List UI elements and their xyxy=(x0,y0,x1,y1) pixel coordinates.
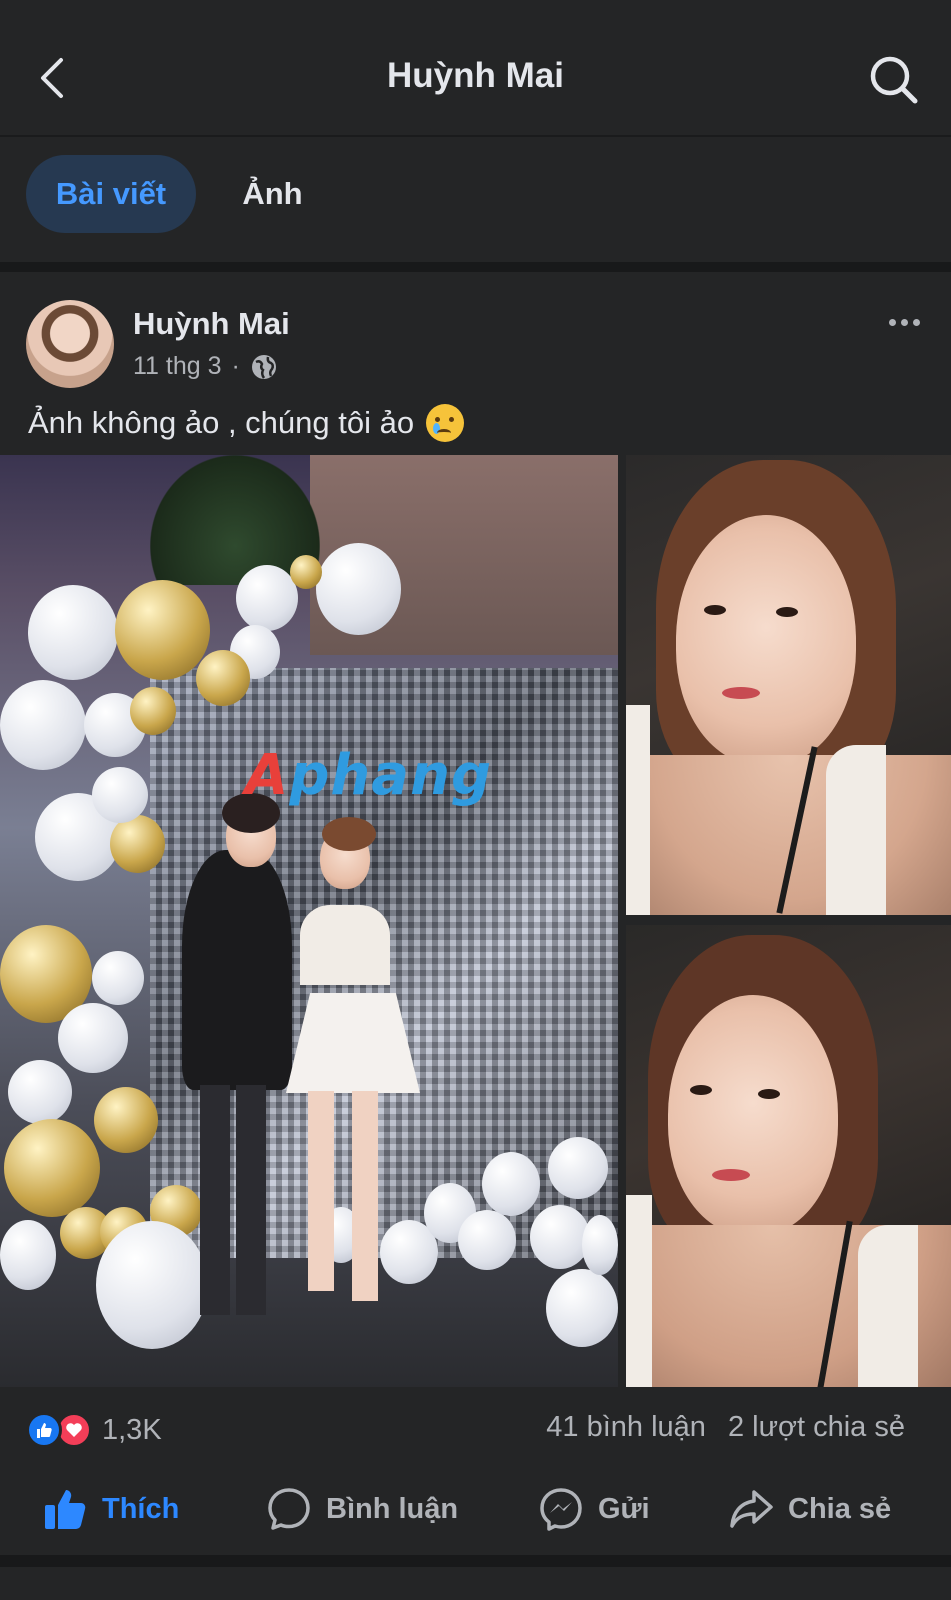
post-author-name[interactable]: Huỳnh Mai xyxy=(133,306,290,342)
send-label: Gửi xyxy=(598,1492,650,1525)
more-options-button[interactable] xyxy=(880,304,928,340)
comment-label: Bình luận xyxy=(326,1492,459,1525)
thumbs-up-icon xyxy=(45,1490,86,1529)
selfie-photo-1[interactable] xyxy=(626,455,951,915)
share-label: Chia sẻ xyxy=(788,1492,892,1525)
post-caption-text: Ảnh không ảo , chúng tôi ảo xyxy=(28,405,415,440)
comment-count[interactable]: 41 bình luận xyxy=(546,1411,706,1444)
post-meta: 11 thg 3 · xyxy=(133,352,278,381)
post-caption: Ảnh không ảo , chúng tôi ảo xyxy=(28,404,465,442)
search-icon xyxy=(870,56,918,104)
selfie-photo-2[interactable] xyxy=(626,925,951,1387)
avatar[interactable] xyxy=(26,300,114,388)
more-dot-icon xyxy=(912,318,920,326)
crying-face-emoji xyxy=(426,404,465,442)
share-button[interactable]: Chia sẻ xyxy=(728,1478,891,1540)
reaction-summary[interactable]: 1,3K xyxy=(26,1406,162,1454)
send-button[interactable]: Gửi xyxy=(538,1478,650,1540)
section-divider xyxy=(0,1555,951,1567)
page-title: Huỳnh Mai xyxy=(387,56,564,95)
more-dot-icon xyxy=(888,318,896,326)
post-action-bar: Thích Bình luận Gửi Chia sẻ xyxy=(0,1470,951,1550)
globe-icon xyxy=(251,354,276,379)
post-date[interactable]: 11 thg 3 xyxy=(133,352,222,381)
party-photo[interactable]: Aphang xyxy=(0,455,618,1387)
reaction-count: 1,3K xyxy=(102,1413,162,1446)
messenger-icon xyxy=(540,1488,582,1531)
like-reaction-icon xyxy=(26,1412,62,1448)
tab-posts[interactable]: Bài viết xyxy=(26,155,196,233)
engagement-stats: 41 bình luận 2 lượt chia sẻ xyxy=(546,1411,905,1444)
comment-button[interactable]: Bình luận xyxy=(266,1478,458,1540)
search-button[interactable] xyxy=(866,52,922,108)
top-app-bar: Huỳnh Mai xyxy=(0,0,951,136)
section-divider xyxy=(0,262,951,272)
share-count[interactable]: 2 lượt chia sẻ xyxy=(728,1411,905,1444)
comment-icon xyxy=(268,1488,310,1530)
share-icon xyxy=(730,1490,773,1528)
like-label: Thích xyxy=(102,1492,180,1525)
tab-photos[interactable]: Ảnh xyxy=(215,155,330,233)
more-dot-icon xyxy=(900,318,908,326)
watermark: Aphang xyxy=(245,743,493,808)
meta-separator: · xyxy=(231,352,240,380)
like-button[interactable]: Thích xyxy=(42,1478,179,1540)
tab-bar: Bài viết Ảnh xyxy=(0,137,951,262)
